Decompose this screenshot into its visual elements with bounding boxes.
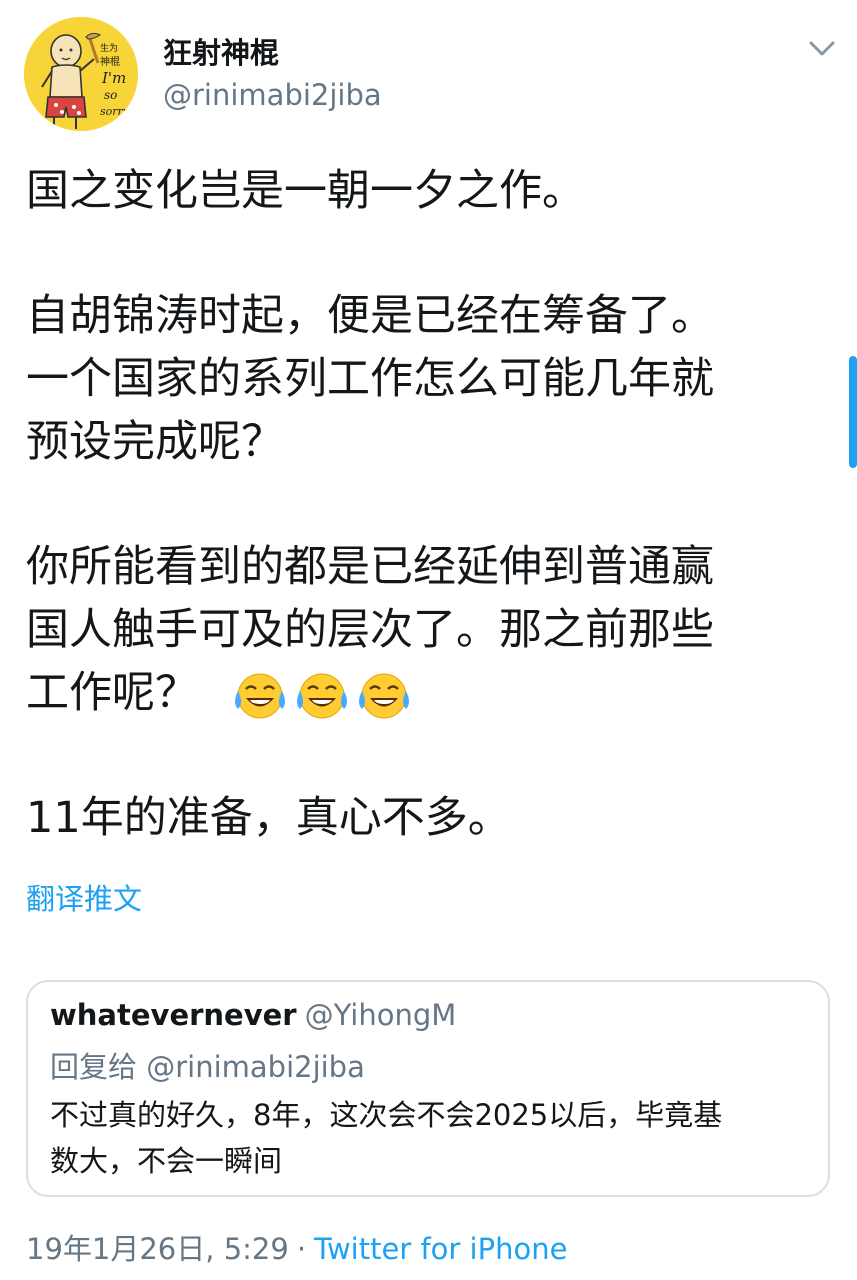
quoted-text-line: 不过真的好久，8年，这次会不会2025以后，毕竟基 [50,1098,723,1132]
quoted-author-name: whatevernever [50,998,297,1032]
tweet-line: 国人触手可及的层次了。那之前那些 [26,605,714,655]
svg-text:I'm: I'm [101,69,126,87]
quoted-tweet-text: 不过真的好久，8年，这次会不会2025以后，毕竟基 数大，不会一瞬间 [50,1092,820,1184]
quoted-text-line: 数大，不会一瞬间 [50,1144,283,1178]
author-display-name[interactable]: 狂射神棍 [163,30,279,72]
tweet-meta: 19年1月26日, 5:29 · Twitter for iPhone [26,1226,567,1268]
tweet-line: 预设完成呢？ [26,417,284,467]
tweet-timestamp[interactable]: 19年1月26日, 5:29 [26,1232,289,1266]
author-handle[interactable]: @rinimabi2jiba [163,78,382,112]
meta-separator: · [296,1232,307,1266]
tweet-line: 自胡锦涛时起，便是已经在筹备了。 [26,291,714,341]
tweet-line: 你所能看到的都是已经延伸到普通赢 [26,542,714,592]
tears-of-joy-emoji-icon [359,673,409,718]
quoted-author-handle: @YihongM [304,998,457,1032]
quoted-tweet-author: whatevernever @YihongM [50,998,456,1032]
svg-text:生为: 生为 [100,42,118,54]
tweet-line: 国之变化岂是一朝一夕之作。 [26,166,585,216]
tweet-line: 一个国家的系列工作怎么可能几年就 [26,354,714,404]
quoted-tweet-card[interactable]: whatevernever @YihongM 回复给 @rinimabi2jiba… [26,980,830,1197]
avatar-illustration: 生为 神棍 I'm so sorry [24,17,138,131]
tweet-line: 11年的准备，真心不多。 [26,793,511,843]
chevron-down-icon[interactable] [806,36,838,60]
scrollbar[interactable] [849,356,857,468]
tweet-source-link[interactable]: Twitter for iPhone [314,1232,567,1266]
tweet-line-text: 工作呢？ [26,668,198,718]
svg-text:sorry: sorry [100,105,130,118]
emoji-group [198,671,412,721]
avatar[interactable]: 生为 神棍 I'm so sorry [24,17,138,131]
tweet-text: 国之变化岂是一朝一夕之作。 自胡锦涛时起，便是已经在筹备了。 一个国家的系列工作… [26,160,826,850]
tears-of-joy-emoji-icon [297,673,347,718]
svg-text:so: so [104,88,117,102]
quoted-reply-to: 回复给 @rinimabi2jiba [50,1050,365,1084]
svg-text:神棍: 神棍 [100,55,120,68]
tears-of-joy-emoji-icon [235,673,285,718]
translate-tweet-link[interactable]: 翻译推文 [26,876,142,918]
tweet-line-with-emoji: 工作呢？ [26,662,826,725]
